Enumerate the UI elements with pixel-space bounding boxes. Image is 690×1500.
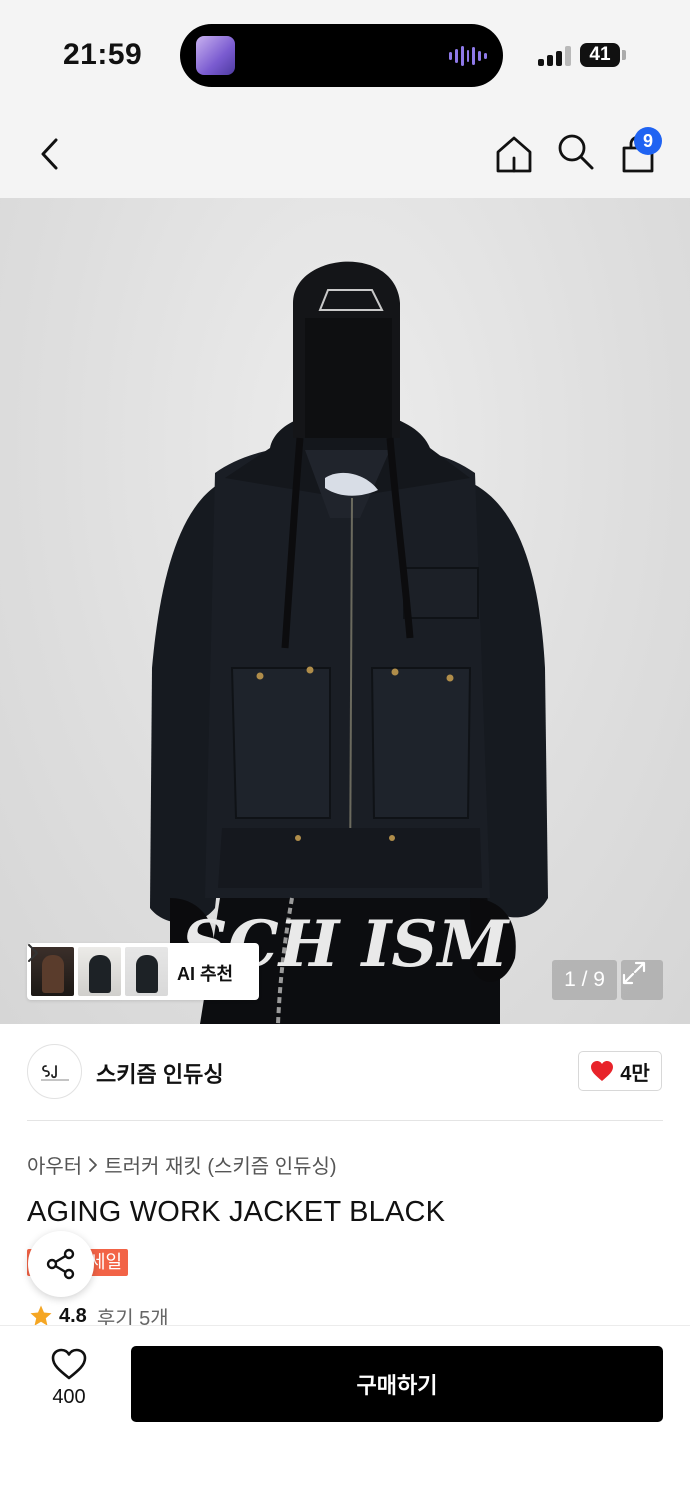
ai-recommend-strip[interactable]: AI 추천 xyxy=(27,943,259,1000)
product-title: AGING WORK JACKET BLACK xyxy=(27,1196,446,1228)
wishlist-button[interactable]: 400 xyxy=(32,1348,106,1428)
breadcrumb: 아우터 트러커 재킷 (스키즘 인듀싱) xyxy=(27,1150,337,1179)
expand-image-button[interactable] xyxy=(621,960,663,1000)
search-button[interactable] xyxy=(552,128,600,176)
ai-recommend-label: AI 추천 xyxy=(177,964,234,984)
battery-tip xyxy=(622,50,626,60)
heart-filled-icon xyxy=(591,1061,614,1081)
dynamic-island xyxy=(180,24,503,87)
search-icon xyxy=(558,134,594,170)
brand-like-button[interactable]: 4만 xyxy=(578,1051,662,1091)
status-time: 21:59 xyxy=(63,38,143,71)
share-button[interactable] xyxy=(28,1231,94,1297)
cellular-signal-icon xyxy=(538,44,572,66)
chevron-right-icon xyxy=(89,1157,98,1172)
ai-thumbnail-2[interactable] xyxy=(78,947,121,996)
brand-logo-mark xyxy=(40,1064,69,1080)
chevron-right-icon xyxy=(28,944,38,962)
audio-wave-icon xyxy=(449,46,488,66)
brand-row[interactable]: 스키즘 인듀싱 4만 xyxy=(0,1024,690,1120)
home-icon xyxy=(496,136,532,173)
top-nav xyxy=(0,110,690,198)
brand-name[interactable]: 스키즘 인듀싱 xyxy=(96,1057,224,1089)
brand-like-count: 4만 xyxy=(620,1062,650,1085)
home-button[interactable] xyxy=(490,130,538,178)
model-illustration: SCH ISM xyxy=(150,261,548,1024)
breadcrumb-category[interactable]: 아우터 xyxy=(27,1150,82,1179)
expand-icon xyxy=(622,961,646,985)
section-divider xyxy=(27,1120,663,1121)
image-page-indicator: 1 / 9 xyxy=(552,960,617,1000)
chevron-left-icon xyxy=(41,138,58,170)
buy-button[interactable]: 구매하기 xyxy=(131,1346,663,1422)
back-button[interactable] xyxy=(26,130,74,178)
ai-thumbnail-3[interactable] xyxy=(125,947,168,996)
brand-logo[interactable] xyxy=(27,1044,82,1099)
product-image[interactable]: SCH ISM AI 추천 1 / 9 xyxy=(0,198,690,1024)
now-playing-artwork xyxy=(196,36,235,75)
bottom-action-bar: 400 구매하기 xyxy=(0,1325,690,1500)
battery-icon: 41 xyxy=(580,43,620,67)
wishlist-count: 400 xyxy=(52,1386,86,1408)
cart-count-badge: 9 xyxy=(634,127,662,155)
status-bar: 21:59 41 xyxy=(0,0,690,110)
breadcrumb-subcategory[interactable]: 트러커 재킷 (스키즘 인듀싱) xyxy=(104,1150,336,1179)
heart-outline-icon xyxy=(51,1348,87,1380)
share-icon xyxy=(46,1248,75,1280)
